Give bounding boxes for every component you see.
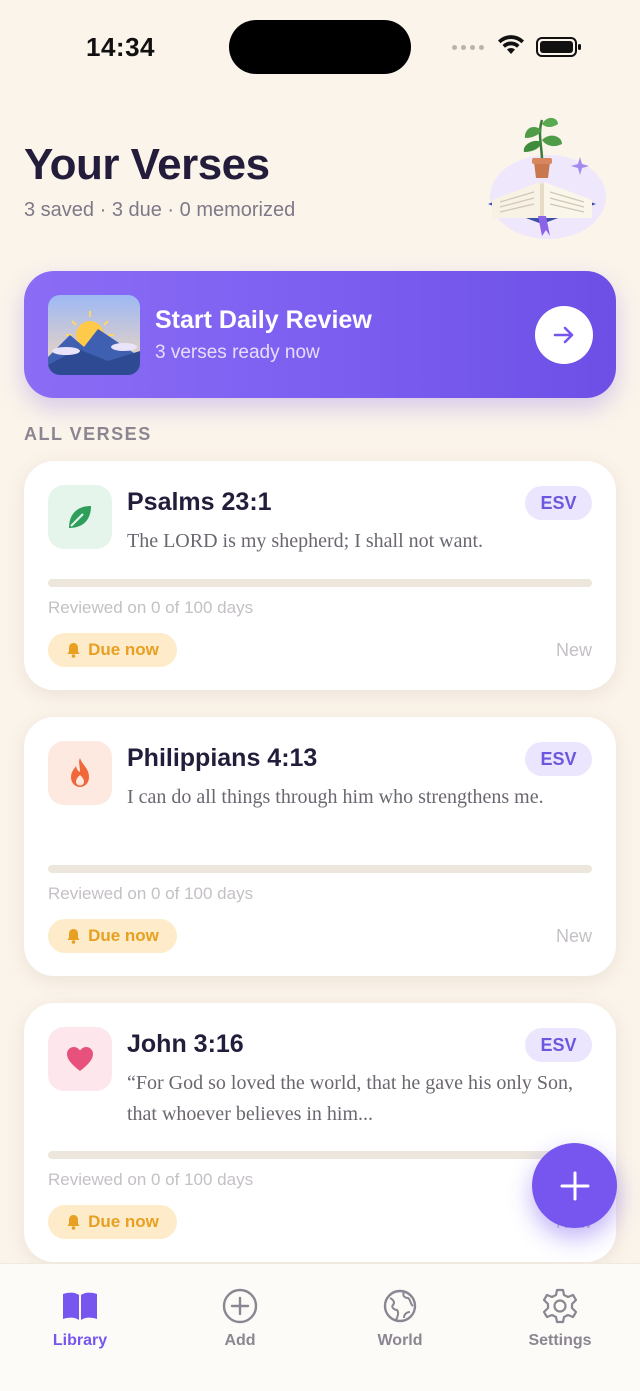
cellular-signal-icon bbox=[452, 45, 484, 50]
tab-library[interactable]: Library bbox=[20, 1286, 140, 1350]
sunrise-mountain-illustration bbox=[48, 295, 140, 375]
progress-bar bbox=[48, 579, 592, 587]
status-label: New bbox=[555, 926, 592, 946]
reviewed-count: Reviewed on 0 of 100 days bbox=[48, 598, 254, 617]
verse-reference: John 3:16 bbox=[127, 1030, 244, 1058]
progress-bar bbox=[48, 865, 592, 873]
wifi-icon bbox=[498, 35, 524, 54]
leaf-icon bbox=[48, 485, 112, 549]
heart-icon bbox=[48, 1027, 112, 1091]
due-label: Due now bbox=[88, 640, 159, 659]
plus-circle-icon bbox=[220, 1286, 260, 1326]
verse-card[interactable]: Psalms 23:1 ESV The LORD is my shepherd;… bbox=[24, 461, 616, 690]
page-subtitle: 3 saved · 3 due · 0 memorized bbox=[24, 199, 296, 221]
bible-plant-illustration bbox=[488, 117, 606, 239]
verse-reference: Psalms 23:1 bbox=[127, 488, 272, 516]
tab-add[interactable]: Add bbox=[180, 1286, 300, 1350]
status-time: 14:34 bbox=[86, 32, 155, 62]
arrow-right-icon bbox=[553, 326, 574, 344]
book-icon bbox=[60, 1286, 100, 1326]
tab-bar: Library Add World Settings bbox=[0, 1263, 640, 1391]
verse-text: The LORD is my shepherd; I shall not wan… bbox=[127, 530, 484, 552]
add-verse-fab[interactable] bbox=[532, 1143, 617, 1228]
plus-icon bbox=[560, 1171, 589, 1200]
status-bar: 14:34 bbox=[0, 0, 640, 95]
start-daily-review-banner[interactable]: Start Daily Review 3 verses ready now bbox=[24, 271, 616, 398]
progress-bar bbox=[48, 1151, 592, 1159]
translation-badge: ESV bbox=[525, 742, 592, 776]
tab-label: Library bbox=[52, 1332, 108, 1349]
reviewed-count: Reviewed on 0 of 100 days bbox=[48, 1170, 254, 1189]
tab-label: Settings bbox=[528, 1332, 592, 1349]
verse-card[interactable]: John 3:16 ESV “For God so loved the worl… bbox=[24, 1003, 616, 1262]
verse-card[interactable]: Philippians 4:13 ESV I can do all things… bbox=[24, 717, 616, 976]
section-label-all-verses: ALL VERSES bbox=[24, 424, 152, 444]
verse-text: I can do all things through him who stre… bbox=[127, 786, 544, 808]
flame-icon bbox=[48, 741, 112, 805]
status-label: New bbox=[555, 640, 592, 660]
verse-text: “For God so loved the world, that he gav… bbox=[127, 1072, 574, 1125]
review-banner-subtitle: 3 verses ready now bbox=[155, 342, 320, 363]
page-title: Your Verses bbox=[24, 140, 270, 189]
review-banner-title: Start Daily Review bbox=[155, 306, 372, 334]
tab-world[interactable]: World bbox=[340, 1286, 460, 1350]
due-label: Due now bbox=[88, 1212, 159, 1231]
translation-badge: ESV bbox=[525, 486, 592, 520]
translation-badge: ESV bbox=[525, 1028, 592, 1062]
due-badge: Due now bbox=[48, 919, 177, 953]
due-label: Due now bbox=[88, 926, 159, 945]
gear-icon bbox=[540, 1286, 580, 1326]
battery-icon bbox=[536, 37, 581, 57]
tab-label: Add bbox=[224, 1332, 256, 1349]
globe-icon bbox=[380, 1286, 420, 1326]
verse-reference: Philippians 4:13 bbox=[127, 744, 318, 772]
reviewed-count: Reviewed on 0 of 100 days bbox=[48, 884, 254, 903]
dynamic-island bbox=[229, 20, 411, 74]
due-badge: Due now bbox=[48, 1205, 177, 1239]
start-review-button[interactable] bbox=[535, 306, 593, 364]
bell-icon bbox=[67, 1215, 80, 1230]
bell-icon bbox=[67, 929, 80, 944]
bell-icon bbox=[67, 643, 80, 658]
tab-settings[interactable]: Settings bbox=[500, 1286, 620, 1350]
tab-label: World bbox=[377, 1332, 423, 1349]
due-badge: Due now bbox=[48, 633, 177, 667]
